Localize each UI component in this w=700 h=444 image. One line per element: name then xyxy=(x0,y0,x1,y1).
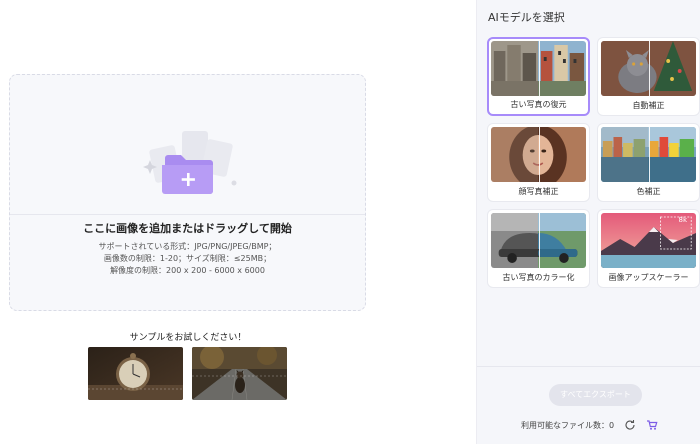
sidebar-title: AIモデルを選択 xyxy=(488,11,565,24)
model-label: 古い写真のカラー化 xyxy=(502,273,575,282)
sidebar-footer: すべてエクスポート 利用可能なファイル数：0 xyxy=(477,366,700,444)
model-thumb-old-photo-restore xyxy=(491,41,586,96)
sample-image-dog-on-road[interactable] xyxy=(192,347,287,400)
resolution-text: 解像度の制限：200 x 200 - 6000 x 6000 xyxy=(110,266,265,275)
refresh-icon[interactable] xyxy=(624,419,636,431)
dropzone-divider xyxy=(10,214,365,215)
model-card-face-enhance[interactable]: 顔写真補正 xyxy=(487,123,590,202)
upload-dropzone[interactable]: ここに画像を追加またはドラッグして開始 サポートされている形式：JPG/PNG/… xyxy=(9,74,366,311)
model-thumb-auto-enhance xyxy=(601,41,696,96)
before-after-divider xyxy=(538,213,540,268)
model-label: 古い写真の復元 xyxy=(510,100,567,109)
model-sidebar: AIモデルを選択 古い写真の復元 自動補正 顔写真補正 色補正 古い写真のカラー… xyxy=(476,0,700,444)
app-window: ここに画像を追加またはドラッグして開始 サポートされている形式：JPG/PNG/… xyxy=(0,0,700,444)
supported-formats-text: サポートされている形式：JPG/PNG/JPEG/BMP； xyxy=(98,242,277,251)
model-thumb-image-upscaler: 8k xyxy=(601,213,696,268)
before-after-divider xyxy=(538,127,540,182)
model-label: 自動補正 xyxy=(632,101,665,110)
available-files-row: 利用可能なファイル数：0 xyxy=(521,419,658,431)
sample-image-pocket-watch[interactable] xyxy=(88,347,183,400)
model-card-auto-enhance[interactable]: 自動補正 xyxy=(597,37,700,116)
upscale-badge: 8k xyxy=(678,216,687,224)
model-label: 顔写真補正 xyxy=(518,187,559,196)
before-after-divider xyxy=(538,41,540,96)
model-card-old-photo-restore[interactable]: 古い写真の復元 xyxy=(487,37,590,116)
limits-text: 画像数の制限：1-20；サイズ制限：≤25MB； xyxy=(103,254,272,263)
model-label: 画像アップスケーラー xyxy=(608,273,689,282)
add-folder-icon xyxy=(143,131,237,194)
model-card-old-photo-colorize[interactable]: 古い写真のカラー化 xyxy=(487,209,590,288)
cart-icon[interactable] xyxy=(646,419,658,431)
dropzone-requirements: サポートされている形式：JPG/PNG/JPEG/BMP； 画像数の制限：1-2… xyxy=(10,241,365,277)
model-card-image-upscaler[interactable]: 8k 画像アップスケーラー xyxy=(597,209,700,288)
dropzone-title: ここに画像を追加またはドラッグして開始 xyxy=(83,222,292,235)
model-thumb-color-correction xyxy=(601,127,696,182)
model-card-color-correction[interactable]: 色補正 xyxy=(597,123,700,202)
before-after-divider xyxy=(648,127,650,182)
before-after-divider xyxy=(648,41,650,96)
model-label: 色補正 xyxy=(636,187,661,196)
model-thumb-face-enhance xyxy=(491,127,586,182)
model-thumb-old-photo-colorize xyxy=(491,213,586,268)
available-files-label: 利用可能なファイル数：0 xyxy=(521,420,615,430)
samples-label: サンプルをお試しください！ xyxy=(129,333,247,343)
main-panel: ここに画像を追加またはドラッグして開始 サポートされている形式：JPG/PNG/… xyxy=(0,0,476,444)
export-all-button[interactable]: すべてエクスポート xyxy=(549,384,642,406)
